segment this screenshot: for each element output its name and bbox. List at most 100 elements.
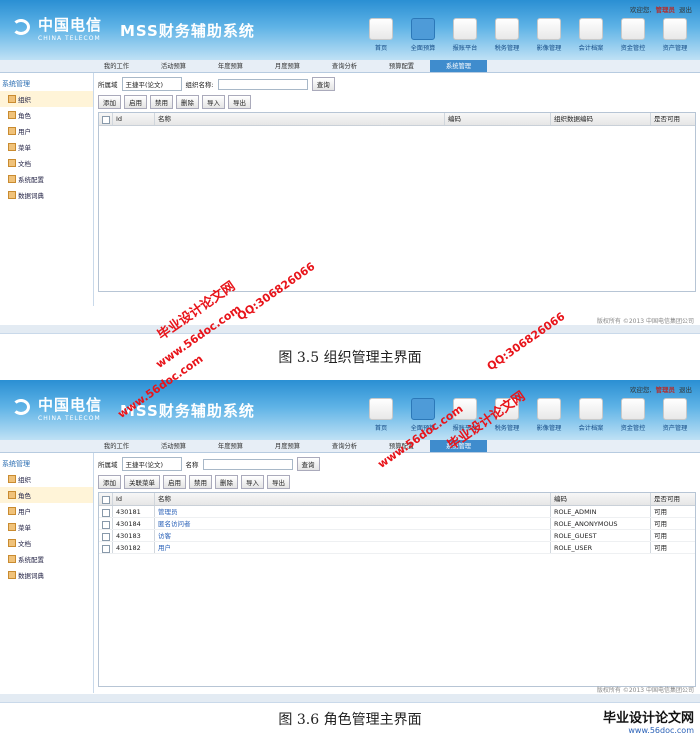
nav-budget[interactable]: 全面预算 xyxy=(402,18,444,52)
import-button[interactable]: 导入 xyxy=(241,475,264,489)
domain-select[interactable]: 王捷平(论文) xyxy=(121,77,182,91)
tab-activity-budget[interactable]: 活动预算 xyxy=(145,440,202,452)
cell-code: ROLE_ADMIN xyxy=(551,506,651,517)
nav-tax[interactable]: 税务管理 xyxy=(486,398,528,432)
sidebar-item-doc[interactable]: 文档 xyxy=(0,155,93,171)
tab-annual-budget[interactable]: 年度预算 xyxy=(202,440,259,452)
welcome-bar: 欢迎您, 管理员 退出 xyxy=(630,384,692,394)
disable-button[interactable]: 禁用 xyxy=(189,475,212,489)
row-checkbox[interactable] xyxy=(99,542,113,553)
logout-link[interactable]: 退出 xyxy=(679,384,692,394)
table-row[interactable]: 430184 匿名访问者 ROLE_ANONYMOUS 可用 xyxy=(99,518,695,530)
cell-name[interactable]: 管理员 xyxy=(155,506,551,517)
query-button[interactable]: 查询 xyxy=(311,77,335,91)
col-enabled[interactable]: 是否可用 xyxy=(651,493,695,505)
col-code[interactable]: 编码 xyxy=(445,113,551,125)
disable-button[interactable]: 禁用 xyxy=(150,95,173,109)
nav-reimburse[interactable]: 报账平台 xyxy=(444,398,486,432)
nav-budget[interactable]: 全面预算 xyxy=(402,398,444,432)
main-content: 所属域 王捷平(论文) 组织名称: 查询 添加 启用 禁用 删除 导入 导出 I… xyxy=(94,73,700,306)
sidebar-item-user[interactable]: 用户 xyxy=(0,123,93,139)
tab-my-work[interactable]: 我的工作 xyxy=(88,60,145,72)
sidebar-item-menu[interactable]: 菜单 xyxy=(0,139,93,155)
col-org-data-code[interactable]: 组织数据编码 xyxy=(551,113,651,125)
col-id[interactable]: Id xyxy=(113,113,155,125)
cell-name[interactable]: 匿名访问者 xyxy=(155,518,551,529)
telecom-logo-icon xyxy=(10,17,34,39)
enable-button[interactable]: 启用 xyxy=(163,475,186,489)
enable-button[interactable]: 启用 xyxy=(124,95,147,109)
brand-url: www.56doc.com xyxy=(628,726,694,735)
domain-select[interactable]: 王捷平(论文) xyxy=(121,457,182,471)
sidebar-item-role[interactable]: 角色 xyxy=(0,107,93,123)
table-row[interactable]: 430183 访客 ROLE_GUEST 可用 xyxy=(99,530,695,542)
sidebar-item-config[interactable]: 系统配置 xyxy=(0,171,93,187)
nav-reimburse[interactable]: 报账平台 xyxy=(444,18,486,52)
sidebar-item-config[interactable]: 系统配置 xyxy=(0,551,93,567)
select-all-checkbox[interactable] xyxy=(99,113,113,125)
copyright: 版权所有 ©2013 中国电信集团公司 xyxy=(596,318,694,325)
tab-query-analysis[interactable]: 查询分析 xyxy=(316,440,373,452)
tab-budget-config[interactable]: 预算配置 xyxy=(373,440,430,452)
nav-archive[interactable]: 会计档案 xyxy=(570,398,612,432)
tab-monthly-budget[interactable]: 月度预算 xyxy=(259,440,316,452)
sidebar-item-org[interactable]: 组织 xyxy=(0,91,93,107)
nav-archive[interactable]: 会计档案 xyxy=(570,18,612,52)
col-id[interactable]: Id xyxy=(113,493,155,505)
tab-monthly-budget[interactable]: 月度预算 xyxy=(259,60,316,72)
sidebar-item-doc[interactable]: 文档 xyxy=(0,535,93,551)
sidebar-item-org[interactable]: 组织 xyxy=(0,471,93,487)
link-menu-button[interactable]: 关联菜单 xyxy=(124,475,160,489)
sidebar-item-menu[interactable]: 菜单 xyxy=(0,519,93,535)
delete-button[interactable]: 删除 xyxy=(215,475,238,489)
add-button[interactable]: 添加 xyxy=(98,475,121,489)
cell-name[interactable]: 访客 xyxy=(155,530,551,541)
tab-query-analysis[interactable]: 查询分析 xyxy=(316,60,373,72)
tab-annual-budget[interactable]: 年度预算 xyxy=(202,60,259,72)
nav-home[interactable]: 首页 xyxy=(360,398,402,432)
tab-my-work[interactable]: 我的工作 xyxy=(88,440,145,452)
domain-label: 所属域 xyxy=(98,81,118,89)
export-button[interactable]: 导出 xyxy=(228,95,251,109)
tab-system-management[interactable]: 系统管理 xyxy=(430,440,487,452)
nav-assets[interactable]: 资产管理 xyxy=(654,398,696,432)
tab-budget-config[interactable]: 预算配置 xyxy=(373,60,430,72)
nav-tax[interactable]: 税务管理 xyxy=(486,18,528,52)
logout-link[interactable]: 退出 xyxy=(679,4,692,14)
cell-enabled: 可用 xyxy=(654,544,667,552)
row-checkbox[interactable] xyxy=(99,518,113,529)
col-name[interactable]: 名称 xyxy=(155,493,551,505)
sidebar-item-dict[interactable]: 数据词典 xyxy=(0,187,93,203)
col-enabled[interactable]: 是否可用 xyxy=(651,113,695,125)
row-checkbox[interactable] xyxy=(99,506,113,517)
sidebar-item-role[interactable]: 角色 xyxy=(0,487,93,503)
add-button[interactable]: 添加 xyxy=(98,95,121,109)
select-all-checkbox[interactable] xyxy=(99,493,113,505)
sidebar-item-user[interactable]: 用户 xyxy=(0,503,93,519)
nav-assets[interactable]: 资产管理 xyxy=(654,18,696,52)
table-row[interactable]: 430181 管理员 ROLE_ADMIN 可用 xyxy=(99,506,695,518)
tab-system-management[interactable]: 系统管理 xyxy=(430,60,487,72)
nav-funds[interactable]: 资金管控 xyxy=(612,18,654,52)
nav-image[interactable]: 影像管理 xyxy=(528,18,570,52)
sidebar-item-dict[interactable]: 数据词典 xyxy=(0,567,93,583)
org-name-input[interactable] xyxy=(217,78,308,90)
tab-activity-budget[interactable]: 活动预算 xyxy=(145,60,202,72)
module-nav: 首页 全面预算 报账平台 税务管理 影像管理 会计档案 资金管控 资产管理 xyxy=(360,18,696,52)
cell-enabled: 可用 xyxy=(654,532,667,540)
row-checkbox[interactable] xyxy=(99,530,113,541)
role-name-input[interactable] xyxy=(202,458,293,470)
cell-name[interactable]: 用户 xyxy=(155,542,551,553)
nav-funds[interactable]: 资金管控 xyxy=(612,398,654,432)
col-code[interactable]: 编码 xyxy=(551,493,651,505)
nav-home[interactable]: 首页 xyxy=(360,18,402,52)
export-button[interactable]: 导出 xyxy=(267,475,290,489)
col-name[interactable]: 名称 xyxy=(155,113,445,125)
query-button[interactable]: 查询 xyxy=(296,457,320,471)
app-header: 中国电信 CHINA TELECOM MSS财务辅助系统 欢迎您, 管理员 退出… xyxy=(0,380,700,440)
delete-button[interactable]: 删除 xyxy=(176,95,199,109)
sidebar: 系统管理 组织 角色 用户 菜单 文档 系统配置 数据词典 xyxy=(0,453,94,693)
table-row[interactable]: 430182 用户 ROLE_USER 可用 xyxy=(99,542,695,554)
import-button[interactable]: 导入 xyxy=(202,95,225,109)
nav-image[interactable]: 影像管理 xyxy=(528,398,570,432)
